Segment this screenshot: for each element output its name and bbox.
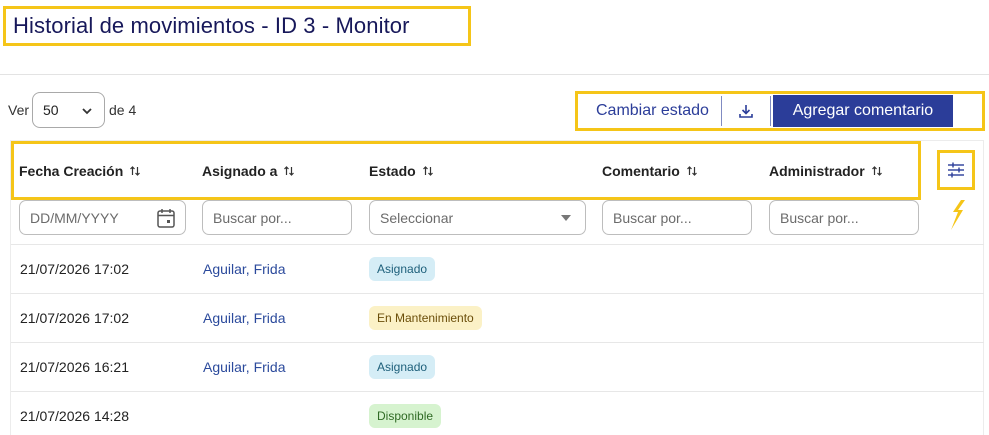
admin-filter-placeholder: Buscar por... (780, 209, 859, 226)
status-badge: Asignado (369, 355, 436, 379)
header-divider (0, 74, 989, 75)
ver-label: Ver (8, 102, 30, 118)
comment-filter-placeholder: Buscar por... (613, 209, 692, 226)
sort-icon[interactable] (283, 165, 295, 177)
row-date: 21/07/2026 17:02 (20, 261, 129, 277)
page-title: Historial de movimientos - ID 3 - Monito… (13, 13, 410, 38)
table-row[interactable]: 21/07/2026 17:02 Aguilar, Frida En Mante… (11, 293, 984, 342)
table-row[interactable]: 21/07/2026 14:28 Disponible (11, 391, 984, 435)
column-label: Administrador (769, 163, 865, 179)
column-label: Comentario (602, 163, 680, 179)
comment-filter[interactable]: Buscar por... (602, 200, 752, 235)
row-assigned[interactable]: Aguilar, Frida (203, 261, 285, 277)
assigned-filter[interactable]: Buscar por... (202, 200, 352, 235)
column-header-comentario[interactable]: Comentario (602, 163, 698, 179)
row-date: 21/07/2026 16:21 (20, 359, 129, 375)
row-assigned[interactable]: Aguilar, Frida (203, 310, 285, 326)
admin-filter[interactable]: Buscar por... (769, 200, 919, 235)
column-header-estado[interactable]: Estado (369, 163, 434, 179)
download-button[interactable] (722, 96, 770, 126)
row-date: 21/07/2026 14:28 (20, 408, 129, 424)
page-size-control: Ver 50 de 4 (8, 92, 136, 128)
calendar-icon[interactable] (157, 208, 175, 228)
date-filter-placeholder: DD/MM/YYYY (30, 209, 119, 226)
state-filter-placeholder: Seleccionar (380, 209, 454, 226)
row-date: 21/07/2026 17:02 (20, 310, 129, 326)
column-header-fecha[interactable]: Fecha Creación (19, 163, 141, 179)
status-badge: Disponible (369, 404, 442, 428)
status-badge: Asignado (369, 257, 436, 281)
download-icon (739, 105, 753, 118)
button-separator (769, 96, 771, 126)
column-settings-button[interactable] (937, 150, 975, 190)
row-assigned[interactable]: Aguilar, Frida (203, 359, 285, 375)
assigned-filter-placeholder: Buscar por... (213, 209, 292, 226)
pointer-arrow-icon (951, 200, 965, 230)
change-state-button[interactable]: Cambiar estado (581, 96, 721, 126)
column-label: Fecha Creación (19, 163, 124, 179)
sort-icon[interactable] (129, 165, 141, 177)
column-header-administrador[interactable]: Administrador (769, 163, 883, 179)
chevron-down-icon (82, 108, 92, 115)
column-header-asignado[interactable]: Asignado a (202, 163, 295, 179)
table-row[interactable]: 21/07/2026 17:02 Aguilar, Frida Asignado (11, 244, 984, 293)
state-filter[interactable]: Seleccionar (369, 200, 586, 235)
date-filter[interactable]: DD/MM/YYYY (19, 200, 186, 235)
add-comment-button[interactable]: Agregar comentario (772, 95, 953, 127)
table-row[interactable]: 21/07/2026 16:21 Aguilar, Frida Asignado (11, 342, 984, 391)
sliders-icon (948, 162, 964, 178)
column-label: Asignado a (202, 163, 278, 179)
sort-icon[interactable] (871, 165, 883, 177)
sort-icon[interactable] (422, 165, 434, 177)
actions-highlight: Cambiar estado Agregar comentario (575, 91, 985, 131)
caret-down-icon (561, 215, 571, 221)
page-count-label: de 4 (109, 102, 137, 118)
status-badge: En Mantenimiento (369, 306, 482, 330)
button-separator (720, 96, 722, 126)
column-label: Estado (369, 163, 416, 179)
title-highlight: Historial de movimientos - ID 3 - Monito… (3, 6, 471, 46)
page-size-value: 50 (43, 102, 59, 118)
sort-icon[interactable] (686, 165, 698, 177)
page-size-select[interactable]: 50 (32, 92, 106, 128)
